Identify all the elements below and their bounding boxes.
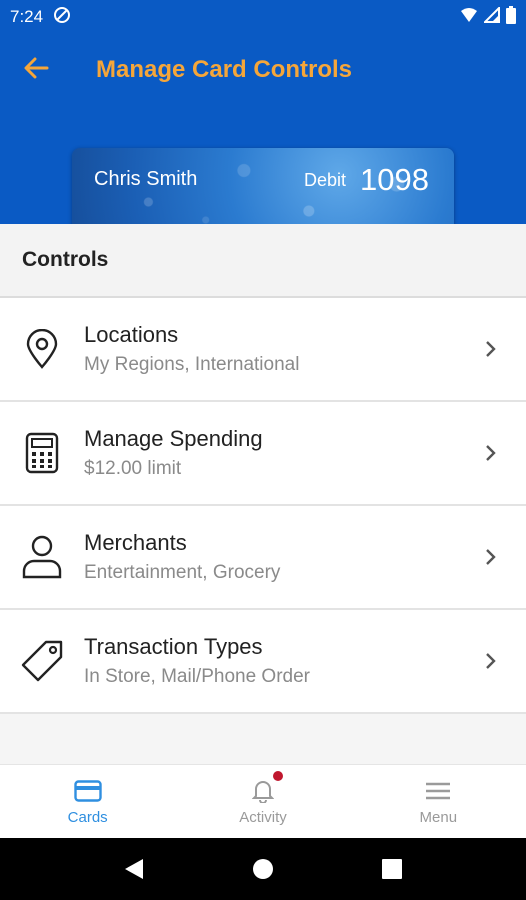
page-title: Manage Card Controls [96, 56, 353, 83]
status-icons [460, 5, 516, 29]
hamburger-menu-icon [425, 777, 451, 805]
cell-signal-icon [482, 5, 500, 28]
debit-card[interactable]: Chris Smith Debit 1098 [72, 148, 454, 224]
back-button[interactable] [0, 34, 72, 106]
notification-dot [273, 771, 284, 781]
tag-icon [0, 639, 84, 683]
list-item-subtitle: My Regions, International [84, 354, 300, 375]
list-item-subtitle: Entertainment, Grocery [84, 562, 281, 583]
back-triangle-icon[interactable] [124, 858, 144, 880]
home-circle-icon[interactable] [252, 858, 274, 880]
list-item-manage-spending[interactable]: Manage Spending $12.00 limit [0, 402, 526, 506]
list-item-title: Transaction Types [84, 634, 263, 659]
bell-icon [251, 777, 274, 805]
chevron-right-icon [456, 652, 526, 670]
list-item-subtitle: $12.00 limit [84, 458, 182, 479]
chevron-right-icon [456, 340, 526, 358]
card-hero: Chris Smith Debit 1098 [0, 106, 526, 224]
list-item-locations[interactable]: Locations My Regions, International [0, 298, 526, 402]
list-item-merchants[interactable]: Merchants Entertainment, Grocery [0, 506, 526, 610]
card-holder-name: Chris Smith [94, 168, 198, 190]
back-arrow-icon [23, 57, 49, 84]
nav-label: Cards [67, 809, 108, 826]
person-icon [0, 535, 84, 579]
list-item-title: Locations [84, 322, 179, 347]
controls-header: Controls [0, 224, 526, 298]
controls-list: Locations My Regions, International Mana… [0, 298, 526, 714]
list-item-title: Merchants [84, 530, 187, 555]
wifi-icon [460, 7, 478, 28]
nav-cards[interactable]: Cards [0, 765, 175, 838]
recents-square-icon[interactable] [382, 859, 402, 879]
app-bar: Manage Card Controls [0, 34, 526, 106]
list-item-subtitle: In Store, Mail/Phone Order [84, 666, 310, 687]
card-icon [73, 777, 102, 805]
location-pin-icon [0, 329, 84, 369]
calculator-icon [0, 432, 84, 474]
nav-label: Menu [419, 809, 458, 826]
system-nav-bar [0, 838, 526, 900]
chevron-right-icon [456, 548, 526, 566]
nav-activity[interactable]: Activity [175, 765, 350, 838]
list-item-transaction-types[interactable]: Transaction Types In Store, Mail/Phone O… [0, 610, 526, 714]
status-time: 7:24 [10, 7, 44, 26]
nav-menu[interactable]: Menu [351, 765, 526, 838]
data-saver-icon [53, 6, 71, 29]
bottom-nav: Cards Activity Menu [0, 764, 526, 838]
status-bar: 7:24 [0, 0, 526, 34]
card-type: Debit [304, 170, 347, 190]
list-item-title: Manage Spending [84, 426, 263, 451]
battery-icon [506, 5, 516, 29]
card-last4: 1098 [360, 162, 429, 197]
chevron-right-icon [456, 444, 526, 462]
nav-label: Activity [239, 809, 287, 826]
